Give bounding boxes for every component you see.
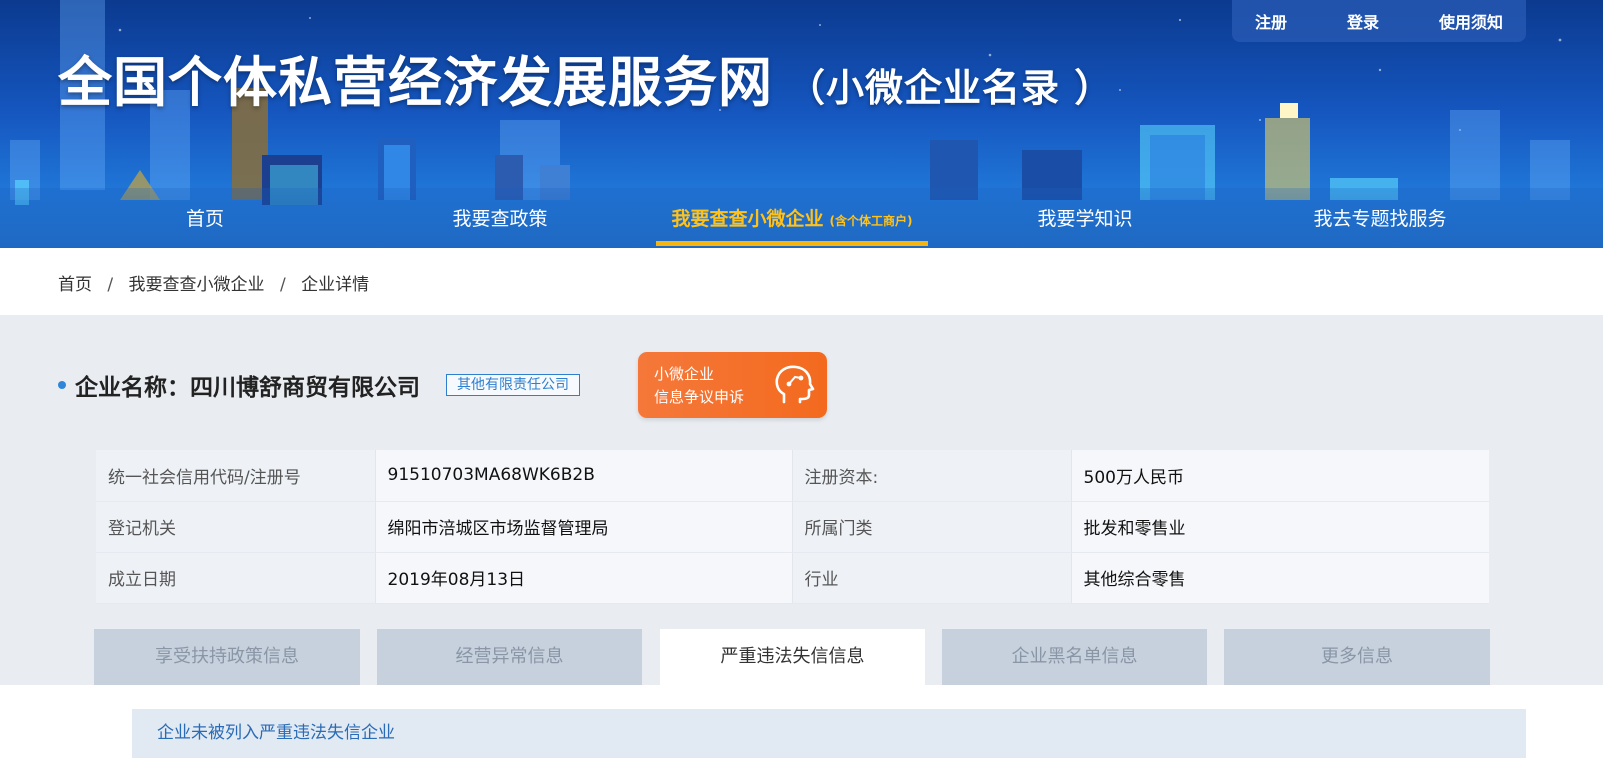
register-link[interactable]: 注册 [1225,9,1317,33]
violation-status-message: 企业未被列入严重违法失信企业 [132,709,1526,758]
usage-notice-link[interactable]: 使用须知 [1409,9,1533,33]
table-row: 登记机关 绵阳市涪城区市场监督管理局 所属门类 批发和零售业 [96,501,1489,553]
info-dispute-appeal-button[interactable]: 小微企业 信息争议申诉 [638,352,827,418]
industry-value: 其他综合零售 [1071,552,1489,604]
tab-blacklist[interactable]: 企业黑名单信息 [942,629,1207,685]
table-row: 成立日期 2019年08月13日 行业 其他综合零售 [96,552,1489,604]
nav-item-home[interactable]: 首页 [140,188,270,248]
nav-item-label: 我要查政策 [452,208,548,230]
company-type-badge: 其他有限责任公司 [446,374,580,396]
credit-code-label: 统一社会信用代码/注册号 [96,450,376,502]
nav-item-label: 我去专题找服务 [1313,208,1447,230]
company-heading: 企业名称： 四川博舒商贸有限公司 其他有限责任公司 [58,352,580,418]
breadcrumb-separator: / [279,275,286,295]
category-label: 所属门类 [792,501,1072,553]
tab-more-info[interactable]: 更多信息 [1224,629,1490,685]
nav-item-topic-services[interactable]: 我去专题找服务 [1290,188,1470,248]
breadcrumb-separator: / [107,275,114,295]
company-name: 四川博舒商贸有限公司 [190,375,420,401]
nav-item-enterprise-search[interactable]: 我要查查小微企业 (含个体工商户) [656,188,928,248]
breadcrumb-home[interactable]: 首页 [58,275,92,295]
head-profile-icon [775,365,815,404]
category-value: 批发和零售业 [1071,501,1489,553]
active-nav-underline [656,241,928,246]
main-nav: 首页 我要查政策 我要查查小微企业 (含个体工商户) 我要学知识 我去专题找服务 [0,188,1603,248]
breadcrumb: 首页 / 我要查查小微企业 / 企业详情 [58,270,369,295]
site-title-main: 全国个体私营经济发展服务网 [58,51,773,114]
tab-serious-violation[interactable]: 严重违法失信信息 [660,629,925,685]
login-link[interactable]: 登录 [1317,9,1409,33]
table-row: 统一社会信用代码/注册号 91510703MA68WK6B2B 注册资本: 50… [96,450,1489,502]
founding-date-label: 成立日期 [96,552,376,604]
registration-authority-label: 登记机关 [96,501,376,553]
nav-item-label: 首页 [185,208,224,230]
registration-authority-value: 绵阳市涪城区市场监督管理局 [375,501,793,553]
breadcrumb-current: 企业详情 [301,275,370,295]
site-title: 全国个体私营经济发展服务网 （小微企业名录 ） [58,38,1113,117]
nav-item-knowledge[interactable]: 我要学知识 [1010,188,1160,248]
appeal-button-text: 小微企业 信息争议申诉 [654,363,744,409]
appeal-line-1: 小微企业 [654,365,715,383]
founding-date-value: 2019年08月13日 [375,552,793,604]
tab-support-policy[interactable]: 享受扶持政策信息 [94,629,360,685]
breadcrumb-enterprise-search[interactable]: 我要查查小微企业 [129,275,265,295]
bullet-dot-icon [58,381,66,389]
header-banner: 全国个体私营经济发展服务网 （小微企业名录 ） 注册 登录 使用须知 首页 我要查… [0,0,1603,248]
credit-code-value: 91510703MA68WK6B2B [375,450,793,502]
registered-capital-value: 500万人民币 [1071,450,1489,502]
tab-abnormal-operation[interactable]: 经营异常信息 [377,629,642,685]
nav-item-label: 我要学知识 [1037,208,1133,230]
company-name-label: 企业名称： [75,375,190,401]
appeal-line-2: 信息争议申诉 [654,388,745,406]
registered-capital-label: 注册资本: [792,450,1072,502]
company-info-table: 统一社会信用代码/注册号 91510703MA68WK6B2B 注册资本: 50… [96,450,1489,604]
nav-item-note: (含个体工商户) [829,214,913,228]
nav-item-policy[interactable]: 我要查政策 [420,188,580,248]
nav-item-label: 我要查查小微企业 [671,208,824,230]
top-links-bar: 注册 登录 使用须知 [1232,0,1526,42]
industry-label: 行业 [792,552,1072,604]
site-subtitle: （小微企业名录 ） [787,66,1114,110]
